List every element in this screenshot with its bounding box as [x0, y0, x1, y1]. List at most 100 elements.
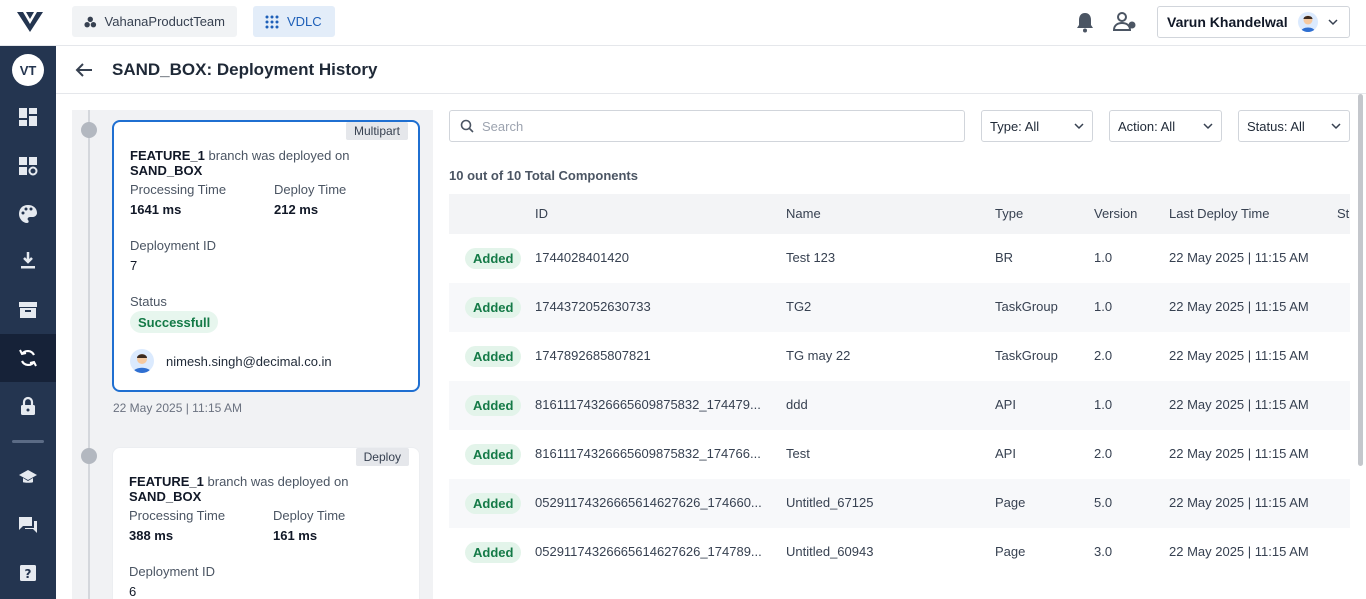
deployment-headline: FEATURE_1 branch was deployed on SAND_BO… — [129, 474, 419, 504]
action-badge: Added — [465, 444, 522, 465]
page-header: SAND_BOX: Deployment History — [56, 46, 1366, 94]
deployment-date: 22 May 2025 | 11:15 AM — [113, 401, 242, 415]
processing-time-label: Processing Time — [130, 182, 227, 197]
column-header-last-deploy-time[interactable]: Last Deploy Time — [1169, 206, 1269, 221]
column-header-id[interactable]: ID — [535, 206, 548, 221]
component-id: 81611174326665609875832_174479... — [535, 397, 761, 412]
type-filter-dropdown[interactable]: Type: All — [981, 110, 1093, 142]
action-badge: Added — [465, 297, 522, 318]
sidebar-item-widgets[interactable] — [0, 142, 56, 190]
table-row[interactable]: Added 05291174326665614627626_174660... … — [449, 479, 1350, 528]
timeline-dot — [81, 122, 97, 138]
deploy-time-value: 161 ms — [273, 528, 318, 543]
component-name: ddd — [786, 397, 808, 412]
sidebar-item-dashboard[interactable] — [0, 93, 56, 141]
status-badge: Successfull — [130, 311, 219, 333]
chevron-down-icon — [1328, 19, 1338, 26]
table-row[interactable]: Added 1747892685807821 TG may 22 TaskGro… — [449, 332, 1350, 381]
components-table: ID Name Type Version Last Deploy Time St… — [449, 194, 1350, 599]
component-count: 10 out of 10 Total Components — [449, 168, 638, 183]
headline-text: branch was deployed on — [207, 474, 349, 489]
headline-text: branch was deployed on — [208, 148, 350, 163]
sidebar-item-themes[interactable] — [0, 190, 56, 238]
org-avatar[interactable]: VT — [12, 54, 44, 86]
sidebar-item-security[interactable] — [0, 382, 56, 430]
deployment-card[interactable]: Deploy FEATURE_1 branch was deployed on … — [112, 447, 420, 599]
table-row[interactable]: Added 05291174326665614627626_174789... … — [449, 528, 1350, 577]
component-name: Test 123 — [786, 250, 836, 265]
component-version: 1.0 — [1094, 397, 1113, 412]
sidebar-item-chat[interactable] — [0, 501, 56, 549]
deployment-card[interactable]: Multipart FEATURE_1 branch was deployed … — [112, 120, 420, 392]
download-icon — [21, 252, 35, 269]
action-filter-value: Action: All — [1118, 118, 1176, 134]
action-filter-dropdown[interactable]: Action: All — [1109, 110, 1222, 142]
action-badge: Added — [465, 395, 522, 416]
user-menu[interactable]: Varun Khandelwal — [1157, 6, 1350, 38]
deployment-type-tag: Multipart — [345, 122, 408, 140]
deployment-id-label: Deployment ID — [129, 564, 215, 579]
branch-name: FEATURE_1 — [129, 474, 204, 489]
table-row[interactable]: Added 81611174326665609875832_174479... … — [449, 381, 1350, 430]
column-header-status[interactable]: St — [1337, 206, 1349, 221]
deployment-timeline: Multipart FEATURE_1 branch was deployed … — [72, 110, 433, 599]
chat-icon — [19, 517, 37, 533]
action-badge: Added — [465, 248, 522, 269]
chevron-down-icon — [1074, 123, 1084, 130]
page-title: SAND_BOX: Deployment History — [112, 60, 378, 79]
column-header-name[interactable]: Name — [786, 206, 821, 221]
chevron-down-icon — [1331, 123, 1341, 130]
column-header-type[interactable]: Type — [995, 206, 1023, 221]
workspace-name: VahanaProductTeam — [104, 14, 225, 29]
deploy-time-label: Deploy Time — [273, 508, 346, 523]
sidebar-item-learning[interactable] — [0, 453, 56, 501]
component-type: TaskGroup — [995, 348, 1058, 363]
product-selector[interactable]: VDLC — [253, 6, 335, 37]
status-filter-value: Status: All — [1247, 118, 1305, 134]
component-type: TaskGroup — [995, 299, 1058, 314]
component-type: API — [995, 397, 1016, 412]
status-filter-dropdown[interactable]: Status: All — [1238, 110, 1350, 142]
svg-text:?: ? — [25, 567, 32, 581]
timeline-dot — [81, 448, 97, 464]
sidebar-item-help[interactable]: ? — [0, 549, 56, 597]
component-name: Untitled_67125 — [786, 495, 874, 510]
component-name: TG may 22 — [786, 348, 851, 363]
sidebar: VT ? — [0, 46, 56, 599]
component-version: 2.0 — [1094, 348, 1113, 363]
widgets-icon — [19, 157, 38, 176]
sync-icon — [19, 349, 37, 367]
archive-icon — [19, 302, 37, 318]
type-filter-value: Type: All — [990, 118, 1040, 134]
search-input[interactable] — [482, 118, 952, 134]
column-header-version[interactable]: Version — [1094, 206, 1137, 221]
help-icon: ? — [20, 565, 36, 581]
component-last-deploy-time: 22 May 2025 | 11:15 AM — [1169, 348, 1309, 363]
table-row[interactable]: Added 1744372052630733 TG2 TaskGroup 1.0… — [449, 283, 1350, 332]
back-arrow-icon[interactable] — [74, 60, 94, 80]
table-row[interactable]: Added 1744028401420 Test 123 BR 1.0 22 M… — [449, 234, 1350, 283]
sidebar-item-deployments[interactable] — [0, 334, 56, 382]
component-last-deploy-time: 22 May 2025 | 11:15 AM — [1169, 299, 1309, 314]
component-name: Untitled_60943 — [786, 544, 874, 559]
sidebar-item-archive[interactable] — [0, 286, 56, 334]
component-id: 05291174326665614627626_174789... — [535, 544, 762, 559]
page-scrollbar[interactable] — [1358, 94, 1363, 466]
notification-bell-icon[interactable] — [1075, 11, 1095, 33]
search-field[interactable] — [449, 110, 965, 142]
component-name: TG2 — [786, 299, 812, 314]
manage-users-icon[interactable] — [1113, 11, 1137, 33]
component-version: 1.0 — [1094, 250, 1113, 265]
component-last-deploy-time: 22 May 2025 | 11:15 AM — [1169, 446, 1309, 461]
search-icon — [460, 119, 474, 133]
action-badge: Added — [465, 542, 522, 563]
processing-time-value: 388 ms — [129, 528, 174, 543]
sidebar-divider — [12, 440, 44, 443]
component-id: 1744028401420 — [535, 250, 629, 265]
lock-icon — [21, 396, 35, 415]
table-row[interactable]: Added 81611174326665609875832_174766... … — [449, 430, 1350, 479]
component-last-deploy-time: 22 May 2025 | 11:15 AM — [1169, 250, 1309, 265]
sidebar-item-downloads[interactable] — [0, 236, 56, 284]
workspace-selector[interactable]: VahanaProductTeam — [72, 6, 237, 37]
vahana-logo[interactable] — [16, 10, 44, 34]
